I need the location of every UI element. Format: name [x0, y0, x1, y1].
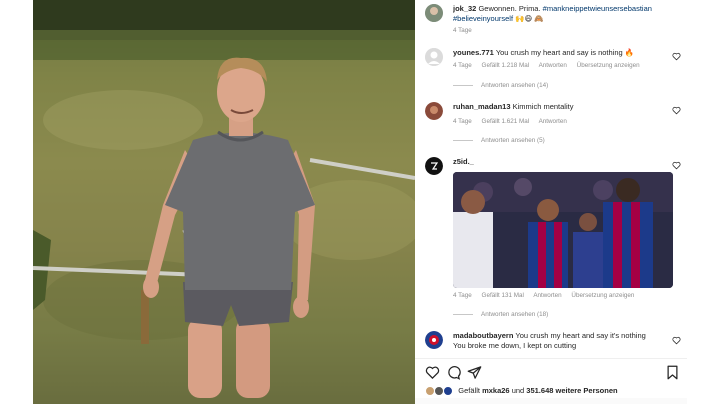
translate-button[interactable]: Übersetzung anzeigen	[577, 62, 640, 69]
panel-bottom	[415, 398, 687, 404]
post-meta: 4 Tage	[453, 27, 480, 34]
heart-icon[interactable]	[672, 52, 681, 61]
comment-line2: You broke me down, I kept on cutting	[453, 341, 659, 351]
caption-hashtag2[interactable]: #believeinyourself	[453, 14, 513, 23]
comment-text: You crush my heart and say is nothing 🔥	[495, 48, 635, 57]
caption-text: Gewonnen. Prima.	[478, 4, 541, 13]
post-age: 4 Tage	[453, 27, 472, 34]
post-author[interactable]: jok_32	[453, 4, 476, 13]
comment-likes[interactable]: Gefällt 1.621 Mal	[482, 118, 530, 125]
reply-button[interactable]: Antworten	[533, 292, 561, 299]
comment-age: 4 Tage	[453, 118, 472, 125]
post-caption: jok_32 Gewonnen. Prima. #mankneippetwieu…	[453, 4, 681, 14]
heart-icon[interactable]	[672, 336, 681, 345]
comment-age: 4 Tage	[453, 292, 472, 299]
view-replies-button[interactable]: Antworten ansehen (18)	[453, 311, 548, 318]
likes-summary: Gefällt mxka26 und 351.648 weitere Perso…	[425, 386, 618, 397]
like-heart-icon[interactable]	[425, 365, 440, 380]
comment-avatar[interactable]	[425, 102, 443, 120]
view-replies-button[interactable]: Antworten ansehen (5)	[453, 137, 545, 144]
default-avatar-icon	[425, 48, 443, 66]
liked-by-prefix: Gefällt	[458, 386, 480, 395]
comment-line: younes.771 You crush my heart and say is…	[453, 48, 659, 58]
translate-button[interactable]: Übersetzung anzeigen	[571, 292, 634, 299]
bookmark-icon[interactable]	[665, 365, 680, 380]
comment-avatar[interactable]	[425, 157, 443, 175]
liker-avatar[interactable]	[443, 386, 454, 397]
heart-icon[interactable]	[672, 106, 681, 115]
comment-text: Kimmich mentality	[512, 102, 574, 111]
liked-by-user[interactable]: mxka26	[482, 386, 510, 395]
comment-avatar-image	[425, 157, 443, 175]
comment-icon[interactable]	[446, 365, 461, 380]
comment-user[interactable]: z5id._	[453, 157, 474, 166]
comment-text-2: You broke me down, I kept on cutting	[453, 341, 577, 350]
comment-meta: 4 Tage Gefällt 131 Mal Antworten Überset…	[453, 292, 642, 299]
comment-text: You crush my heart and say it's nothing	[515, 331, 646, 340]
football-photo	[453, 172, 673, 288]
reply-button[interactable]: Antworten	[539, 118, 567, 125]
comment-image[interactable]	[453, 172, 673, 288]
caption-line2: #believeinyourself 🙌😄 🙈	[453, 14, 659, 24]
comment-likes[interactable]: Gefällt 131 Mal	[482, 292, 524, 299]
caption-hashtag[interactable]: #mankneippetwieunsersebastian	[543, 4, 652, 13]
view-replies-button[interactable]: Antworten ansehen (14)	[453, 82, 548, 89]
reply-button[interactable]: Antworten	[539, 62, 567, 69]
comment-line: ruhan_madan13 Kimmich mentality	[453, 102, 659, 112]
comment-meta: 4 Tage Gefällt 1.621 Mal Antworten	[453, 118, 575, 125]
share-icon[interactable]	[467, 365, 482, 380]
comment-avatar-image	[425, 102, 443, 120]
comment-user[interactable]: madaboutbayern	[453, 331, 513, 340]
comment-age: 4 Tage	[453, 62, 472, 69]
comment-line: madaboutbayern You crush my heart and sa…	[453, 331, 659, 341]
author-avatar[interactable]	[425, 4, 443, 22]
liked-by-count[interactable]: 351.648 weitere Personen	[526, 386, 617, 395]
comment-avatar[interactable]	[425, 331, 443, 349]
comment-user[interactable]: younes.771	[453, 48, 494, 57]
photo-illustration	[33, 0, 415, 404]
caption-emoji: 🙌😄 🙈	[515, 14, 544, 23]
comment-likes[interactable]: Gefällt 1.218 Mal	[482, 62, 530, 69]
author-avatar-image	[425, 4, 443, 22]
liked-by-mid: und	[511, 386, 525, 395]
heart-icon[interactable]	[672, 161, 681, 170]
action-bar	[415, 358, 687, 384]
comment-line: z5id._	[453, 157, 659, 167]
comment-meta: 4 Tage Gefällt 1.218 Mal Antworten Übers…	[453, 62, 648, 69]
post-photo	[33, 0, 415, 404]
comment-user[interactable]: ruhan_madan13	[453, 102, 511, 111]
comments-panel: jok_32 Gewonnen. Prima. #mankneippetwieu…	[415, 0, 687, 404]
comment-avatar[interactable]	[425, 48, 443, 66]
comment-avatar-image	[425, 331, 443, 349]
